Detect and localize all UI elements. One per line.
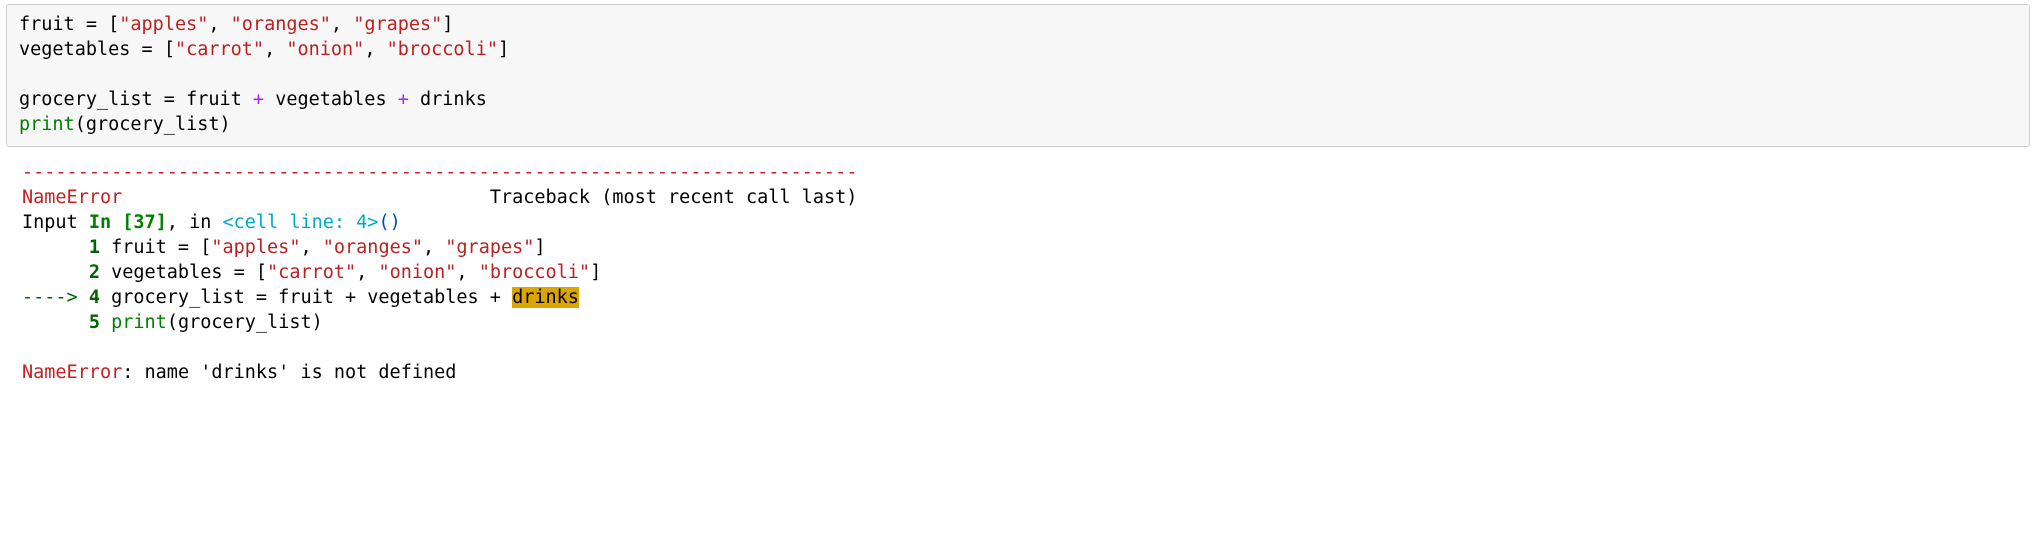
identifier: grocery_list bbox=[19, 89, 153, 110]
assign-op: = bbox=[75, 14, 108, 35]
traceback-comma-in: , in bbox=[167, 212, 223, 233]
bracket-close: ] bbox=[590, 262, 601, 283]
traceback-indent bbox=[22, 262, 89, 283]
bracket-close: ] bbox=[442, 14, 453, 35]
comma: , bbox=[356, 262, 378, 283]
comma: , bbox=[264, 39, 286, 60]
assign-op: = bbox=[130, 39, 163, 60]
code-line-2: vegetables = ["carrot", "onion", "brocco… bbox=[19, 39, 509, 60]
traceback-arrow-icon: ----> bbox=[22, 287, 89, 308]
plus-op: + bbox=[398, 89, 409, 110]
code-line-4: grocery_list = fruit + vegetables + drin… bbox=[19, 89, 487, 110]
code-line-5: print(grocery_list) bbox=[19, 114, 231, 135]
assign-op: = bbox=[153, 89, 186, 110]
paren-open: ( bbox=[75, 114, 86, 135]
string-literal: "onion" bbox=[286, 39, 364, 60]
error-type-label: NameError bbox=[22, 362, 122, 383]
spacer bbox=[122, 187, 490, 208]
string-literal: "oranges" bbox=[231, 14, 331, 35]
traceback-indent bbox=[22, 312, 89, 333]
string-literal: "grapes" bbox=[353, 14, 442, 35]
space bbox=[100, 312, 111, 333]
plus-op: + bbox=[253, 89, 264, 110]
code-line-1: fruit = ["apples", "oranges", "grapes"] bbox=[19, 14, 453, 35]
traceback-lineno: 2 bbox=[89, 262, 100, 283]
traceback-code: (grocery_list) bbox=[167, 312, 323, 333]
space bbox=[100, 262, 111, 283]
identifier: drinks bbox=[420, 89, 487, 110]
comma: , bbox=[208, 14, 230, 35]
traceback-in-number: In [37] bbox=[89, 212, 167, 233]
traceback-lineno: 1 bbox=[89, 237, 100, 258]
traceback-code: grocery_list = fruit + vegetables + bbox=[111, 287, 512, 308]
traceback-cell-line: <cell line: 4> bbox=[223, 212, 379, 233]
builtin-function: print bbox=[111, 312, 167, 333]
traceback-code: fruit = [ bbox=[111, 237, 211, 258]
traceback-code: vegetables = [ bbox=[111, 262, 267, 283]
identifier: grocery_list bbox=[86, 114, 220, 135]
traceback-paren-close: ) bbox=[390, 212, 401, 233]
string-literal: "carrot" bbox=[175, 39, 264, 60]
string-literal: "onion" bbox=[378, 262, 456, 283]
bracket-open: [ bbox=[108, 14, 119, 35]
space bbox=[100, 287, 111, 308]
comma: , bbox=[364, 39, 386, 60]
code-input-cell[interactable]: fruit = ["apples", "oranges", "grapes"] … bbox=[6, 4, 2030, 147]
comma: , bbox=[300, 237, 322, 258]
traceback-lineno: 5 bbox=[89, 312, 100, 333]
identifier: fruit bbox=[186, 89, 242, 110]
string-literal: "oranges" bbox=[323, 237, 423, 258]
builtin-function: print bbox=[19, 114, 75, 135]
bracket-close: ] bbox=[534, 237, 545, 258]
identifier: vegetables bbox=[275, 89, 386, 110]
bracket-open: [ bbox=[164, 39, 175, 60]
comma: , bbox=[331, 14, 353, 35]
space bbox=[100, 237, 111, 258]
string-literal: "broccoli" bbox=[479, 262, 590, 283]
error-message: : name 'drinks' is not defined bbox=[122, 362, 456, 383]
string-literal: "broccoli" bbox=[387, 39, 498, 60]
traceback-output: ----------------------------------------… bbox=[0, 157, 2036, 392]
error-type-label: NameError bbox=[22, 187, 122, 208]
string-literal: "grapes" bbox=[445, 237, 534, 258]
string-literal: "apples" bbox=[211, 237, 300, 258]
space bbox=[387, 89, 398, 110]
space bbox=[264, 89, 275, 110]
traceback-lineno: 4 bbox=[89, 287, 100, 308]
paren-close: ) bbox=[220, 114, 231, 135]
string-literal: "carrot" bbox=[267, 262, 356, 283]
space bbox=[242, 89, 253, 110]
traceback-highlighted-name: drinks bbox=[512, 287, 579, 308]
traceback-header: Traceback (most recent call last) bbox=[490, 187, 858, 208]
traceback-input-label: Input bbox=[22, 212, 89, 233]
traceback-separator: ----------------------------------------… bbox=[22, 162, 857, 183]
traceback-paren-open: ( bbox=[378, 212, 389, 233]
comma: , bbox=[423, 237, 445, 258]
identifier: vegetables bbox=[19, 39, 130, 60]
traceback-indent bbox=[22, 237, 89, 258]
identifier: fruit bbox=[19, 14, 75, 35]
comma: , bbox=[456, 262, 478, 283]
string-literal: "apples" bbox=[119, 14, 208, 35]
bracket-close: ] bbox=[498, 39, 509, 60]
space bbox=[409, 89, 420, 110]
